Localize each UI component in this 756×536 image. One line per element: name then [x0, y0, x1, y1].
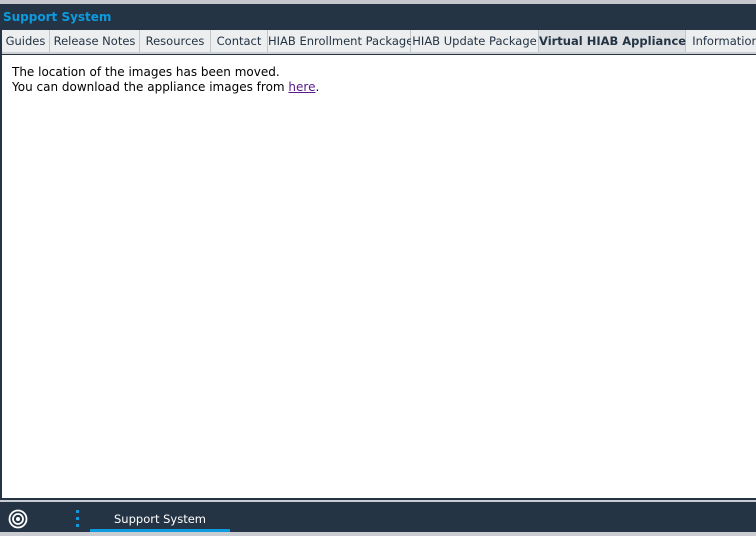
download-text: You can download the appliance images fr… — [12, 80, 289, 94]
support-system-window: Support System Guides Release Notes Reso… — [0, 4, 756, 500]
window-title: Support System — [3, 10, 112, 24]
tab-hiab-enrollment-package[interactable]: HIAB Enrollment Package — [268, 30, 413, 52]
tab-release-notes[interactable]: Release Notes — [50, 30, 140, 52]
vertical-dots-icon[interactable] — [76, 510, 80, 528]
tab-hiab-update-package[interactable]: HIAB Update Package — [411, 30, 539, 52]
download-notice: You can download the appliance images fr… — [12, 80, 747, 95]
tab-contact[interactable]: Contact — [211, 30, 268, 52]
tab-content: The location of the images has been move… — [2, 55, 756, 498]
tab-resources[interactable]: Resources — [140, 30, 211, 52]
here-link[interactable]: here — [288, 80, 315, 94]
tab-guides[interactable]: Guides — [2, 30, 50, 52]
period: . — [315, 80, 320, 94]
taskbar-item-support-system[interactable]: Support System — [90, 502, 230, 532]
taskbar: Support System — [0, 500, 756, 532]
moved-notice: The location of the images has been move… — [12, 65, 280, 79]
tab-bar: Guides Release Notes Resources Contact H… — [2, 30, 756, 54]
tab-information[interactable]: Information — [686, 30, 756, 52]
target-logo-icon[interactable] — [8, 509, 28, 529]
tab-virtual-hiab-appliance[interactable]: Virtual HIAB Appliance — [539, 30, 686, 52]
